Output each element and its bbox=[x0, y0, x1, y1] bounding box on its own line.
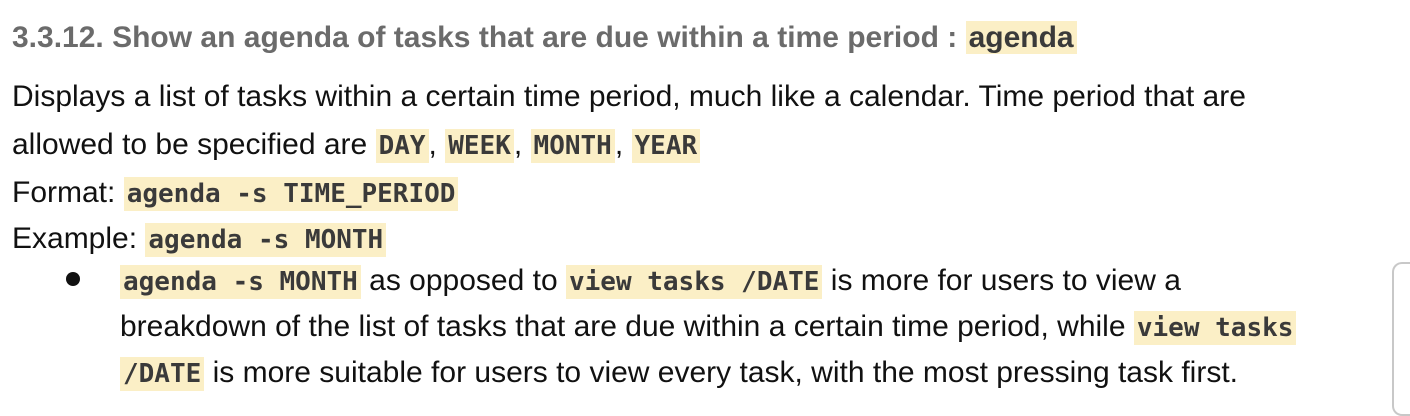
period-week: WEEK bbox=[445, 129, 514, 163]
bullet-text-1: as opposed to bbox=[369, 264, 558, 297]
description-prefix: allowed to be specified are bbox=[12, 128, 368, 161]
bullet-code-view-tasks: view tasks bbox=[1133, 311, 1297, 345]
separator: , bbox=[513, 128, 523, 161]
section-heading: 3.3.12. Show an agenda of tasks that are… bbox=[12, 18, 1077, 58]
bullet-icon bbox=[66, 272, 80, 286]
side-panel-tab[interactable] bbox=[1392, 262, 1410, 416]
bullet-line-2: breakdown of the list of tasks that are … bbox=[120, 304, 1410, 350]
bullet-code-view: view tasks /DATE bbox=[565, 265, 823, 299]
period-day: DAY bbox=[375, 129, 429, 163]
bullet-item: agenda -s MONTH as opposed to view tasks… bbox=[120, 258, 1410, 396]
heading-command: agenda bbox=[965, 21, 1077, 54]
bullet-code-agenda: agenda -s MONTH bbox=[120, 265, 361, 299]
format-value: agenda -s TIME_PERIOD bbox=[123, 177, 459, 211]
example-value: agenda -s MONTH bbox=[145, 223, 387, 257]
bullet-code-date: /DATE bbox=[120, 357, 205, 391]
bullet-text-2: is more for users to view a bbox=[830, 264, 1181, 297]
example-line: Example: agenda -s MONTH bbox=[12, 215, 1407, 261]
bullet-text-4: is more suitable for users to view every… bbox=[212, 356, 1238, 389]
separator: , bbox=[428, 128, 437, 161]
bullet-text-3: breakdown of the list of tasks that are … bbox=[120, 310, 1126, 343]
description-text: Displays a list of tasks within a certai… bbox=[12, 80, 1246, 113]
period-year: YEAR bbox=[631, 129, 701, 163]
separator: , bbox=[614, 128, 624, 161]
bullet-line-3: /DATE is more suitable for users to view… bbox=[120, 350, 1410, 396]
format-line: Format: agenda -s TIME_PERIOD bbox=[12, 169, 1407, 215]
period-month: MONTH bbox=[530, 129, 615, 163]
format-label: Format: bbox=[12, 176, 116, 209]
bullet-line-1: agenda -s MONTH as opposed to view tasks… bbox=[120, 258, 1410, 304]
example-label: Example: bbox=[12, 222, 138, 255]
description-line-2: allowed to be specified are DAY, WEEK, M… bbox=[12, 121, 1407, 169]
description-line-1: Displays a list of tasks within a certai… bbox=[12, 73, 1407, 121]
description-paragraph: Displays a list of tasks within a certai… bbox=[12, 73, 1407, 261]
heading-text: 3.3.12. Show an agenda of tasks that are… bbox=[12, 21, 958, 54]
